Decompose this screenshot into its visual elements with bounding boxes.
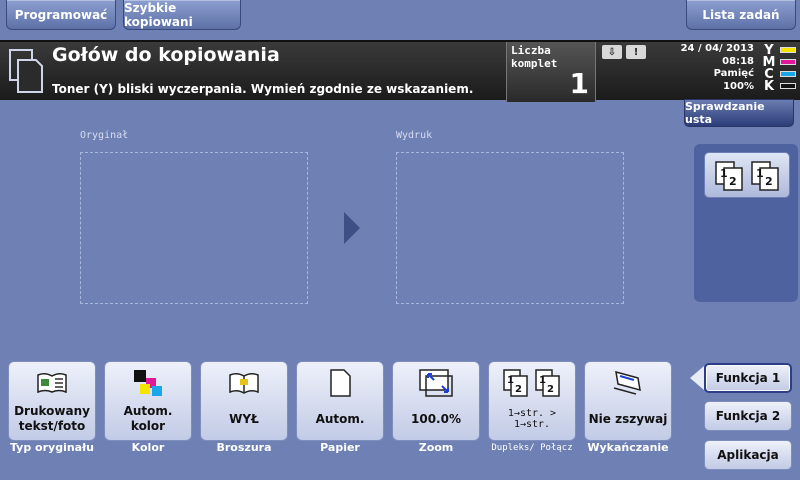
zoom-tile[interactable]: 100.0% (392, 361, 480, 441)
svg-text:2: 2 (765, 175, 773, 188)
color-value: Autom. kolor (123, 404, 173, 433)
booklet-value: WYŁ (229, 411, 259, 426)
output-label: Wydruk (396, 130, 433, 141)
original-preview (80, 152, 308, 304)
svg-text:1: 1 (507, 375, 514, 386)
check-settings-button[interactable]: Sprawdzanie usta (684, 99, 794, 127)
quick-settings-panel: 12 12 (694, 144, 798, 302)
text-photo-icon (37, 372, 67, 394)
svg-text:1: 1 (720, 167, 728, 180)
time-text: 08:18 (722, 55, 754, 67)
original-type-tile[interactable]: Drukowany tekst/foto (8, 361, 96, 441)
color-tile[interactable]: Autom. kolor (104, 361, 192, 441)
svg-text:1: 1 (756, 167, 764, 180)
svg-text:2: 2 (729, 175, 737, 188)
svg-text:2: 2 (547, 384, 554, 395)
color-caption: Kolor (131, 441, 165, 454)
preview-arrow-icon (344, 212, 360, 244)
booklet-caption: Broszura (216, 441, 272, 454)
paper-caption: Papier (320, 441, 360, 454)
application-button[interactable]: Aplikacja (704, 440, 792, 470)
original-type-value: Drukowany tekst/foto (14, 404, 90, 433)
active-function-arrow-icon (690, 366, 704, 390)
color-squares-icon (134, 370, 162, 396)
zoom-value: 100.0% (411, 411, 461, 426)
toner-levels: Y M C K (754, 43, 796, 94)
paper-value: Autom. (315, 411, 365, 426)
svg-text:1: 1 (539, 375, 546, 386)
zoom-icon (419, 369, 453, 397)
programowac-button[interactable]: Programować (6, 0, 116, 30)
duplex-caption: Dupleks/ Połącz (491, 443, 573, 453)
finishing-value: Nie zszywaj (588, 411, 668, 426)
duplex-icon: 12 12 (715, 161, 779, 191)
copy-document-icon (9, 49, 43, 93)
booklet-tile[interactable]: WYŁ (200, 361, 288, 441)
zoom-caption: Zoom (418, 441, 454, 454)
usb-icon: ⇩ (602, 45, 622, 59)
output-preview (396, 152, 624, 304)
copy-count-box[interactable]: Liczba komplet 1 (506, 42, 596, 102)
quick-copy-button[interactable]: Szybkie kopiowani (123, 0, 241, 30)
finishing-caption: Wykańczanie (587, 441, 669, 454)
original-label: Oryginał (80, 130, 129, 141)
job-list-button[interactable]: Lista zadań (686, 0, 796, 30)
date-text: 24 / 04/ 2013 (680, 43, 754, 54)
paper-icon (330, 369, 351, 397)
status-header: Gołów do kopiowania Toner (Y) bliski wyc… (0, 40, 800, 102)
device-info: 24 / 04/ 2013 08:18 Pamięć 100% (681, 43, 754, 93)
duplex-tile[interactable]: 1212 1→str. > 1→str. (488, 361, 576, 441)
page-title: Gołów do kopiowania (52, 44, 280, 66)
duplex-shortcut-button[interactable]: 12 12 (704, 152, 790, 198)
function-1-button[interactable]: Funkcja 1 (704, 363, 792, 393)
status-message: Toner (Y) bliski wyczerpania. Wymień zgo… (52, 82, 474, 96)
function-2-button[interactable]: Funkcja 2 (704, 401, 792, 431)
paper-tile[interactable]: Autom. (296, 361, 384, 441)
memory-label: Pamięć (713, 68, 754, 79)
toner-k: K (754, 79, 796, 94)
booklet-icon (229, 372, 259, 394)
svg-text:2: 2 (515, 384, 522, 395)
original-type-caption: Typ oryginału (9, 441, 95, 454)
finishing-icon (613, 370, 641, 395)
duplex-value: 1→str. > 1→str. (507, 408, 557, 430)
memory-value: 100% (723, 80, 754, 92)
alert-icon: ! (626, 45, 646, 59)
copy-count-value: 1 (569, 67, 589, 100)
finishing-tile[interactable]: Nie zszywaj (584, 361, 672, 441)
duplex-combine-icon: 1212 (503, 369, 560, 397)
